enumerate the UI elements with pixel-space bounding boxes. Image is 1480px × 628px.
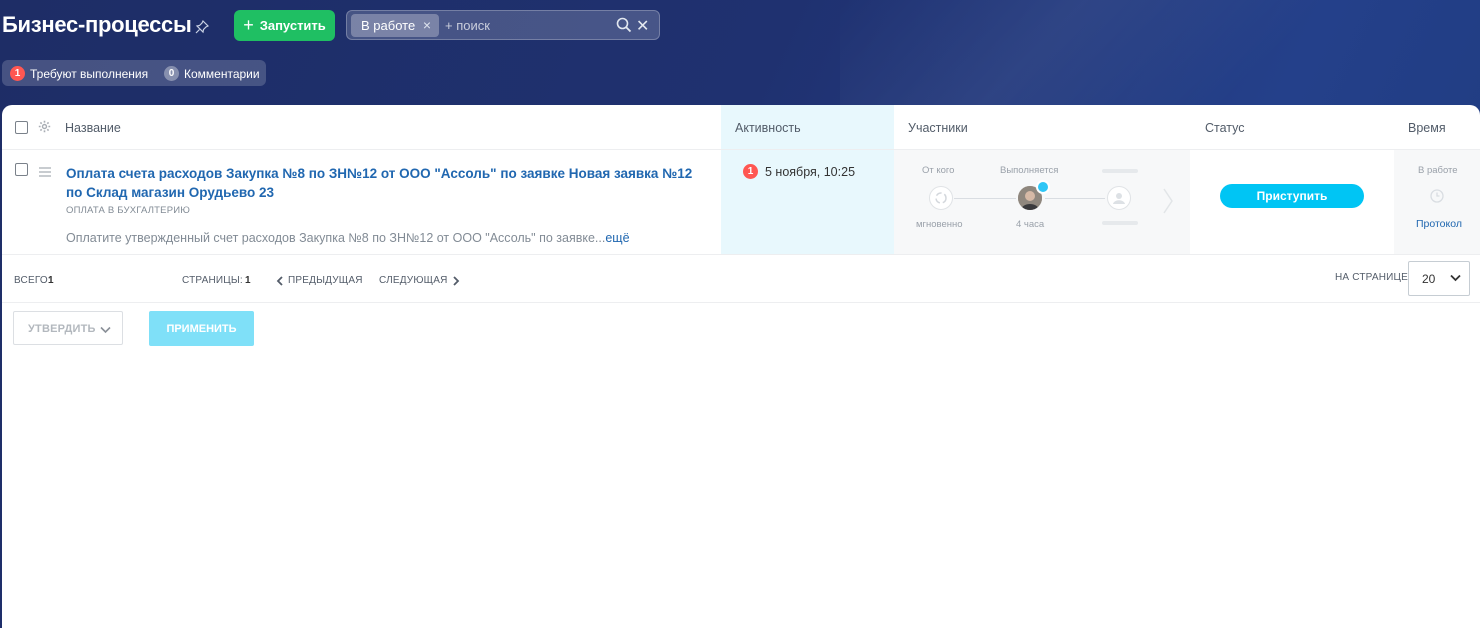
from-time: мгновенно [916,219,963,230]
activity-date: 5 ноября, 10:25 [765,165,856,179]
prev-page-label: ПРЕДЫДУЩАЯ [288,275,363,286]
flow-line [1045,198,1105,199]
pin-icon[interactable] [195,20,209,34]
next-page-label: СЛЕДУЮЩАЯ [379,275,448,286]
start-task-button[interactable]: Приступить [1220,184,1364,208]
chevron-down-icon [100,326,111,334]
filter-chip-in-work[interactable]: В работе × [351,14,439,37]
per-page-value: 20 [1422,272,1436,286]
table-row: Оплата счета расходов Закупка №8 по ЗН№1… [2,149,1480,255]
column-time[interactable]: Время [1408,121,1446,135]
to-do-count-badge: 1 [10,66,25,81]
pages-label: СТРАНИЦЫ: [182,275,243,286]
select-all-checkbox[interactable] [15,121,28,134]
more-link[interactable]: ещё [605,231,629,245]
per-page-select[interactable]: 20 [1408,261,1470,296]
clear-search-icon[interactable]: ✕ [636,16,649,36]
background-decoration [840,0,1480,120]
chevron-right-icon [452,275,459,286]
approve-label: УТВЕРДИТЬ [28,323,96,335]
column-name[interactable]: Название [65,121,121,135]
sync-icon [935,192,947,204]
task-description: Оплатите утвержденный счет расходов Заку… [66,231,630,245]
clock-icon [1430,189,1444,203]
task-description-text: Оплатите утвержденный счет расходов Заку… [66,231,606,245]
comments-label: Комментарии [184,66,260,81]
filter-chip-label: В работе [361,18,416,33]
total-label: ВСЕГО: [14,275,51,286]
search-input[interactable]: + поиск [445,18,490,33]
activity-count-badge: 1 [743,164,758,179]
task-category: ОПЛАТА В БУХГАЛТЕРИЮ [66,205,191,216]
search-icon[interactable] [616,17,632,33]
plus-icon: + [243,14,254,35]
page-title: Бизнес-процессы [2,12,192,37]
next-user-icon [1107,186,1131,210]
launch-button-label: Запустить [259,18,326,33]
approve-action-select[interactable]: УТВЕРДИТЬ [13,311,123,345]
comments-count-badge: 0 [164,66,179,81]
launch-button[interactable]: + Запустить [234,10,335,41]
search-filter-box[interactable]: В работе × + поиск ✕ [346,10,660,40]
clock-badge-icon [1036,180,1050,194]
counters-bar: 1 Требуют выполнения 0 Комментарии [2,60,266,86]
doing-time: 4 часа [1016,219,1045,230]
column-activity[interactable]: Активность [735,121,801,135]
next-page-link[interactable]: СЛЕДУЮЩАЯ [379,275,460,286]
task-title-link[interactable]: Оплата счета расходов Закупка №8 по ЗН№1… [66,164,696,202]
pagination-bar: ВСЕГО: 1 СТРАНИЦЫ: 1 ПРЕДЫДУЩАЯ СЛЕДУЮЩА… [2,255,1480,303]
from-label: От кого [922,165,955,176]
counter-to-do[interactable]: 1 Требуют выполнения [10,66,148,81]
row-checkbox[interactable] [15,163,28,176]
protocol-link[interactable]: Протокол [1416,218,1462,230]
doing-label: Выполняется [1000,165,1059,176]
chevron-left-icon [276,275,283,286]
column-status[interactable]: Статус [1205,121,1245,135]
per-page-label: НА СТРАНИЦЕ: [1335,272,1411,283]
placeholder-bar [1102,169,1138,173]
chevron-down-icon [1450,274,1461,282]
counter-comments[interactable]: 0 Комментарии [164,66,260,81]
chevron-right-icon [1163,188,1173,214]
from-avatar-placeholder [929,186,953,210]
chip-remove-icon[interactable]: × [423,17,431,33]
placeholder-bar [1102,221,1138,225]
prev-page-link[interactable]: ПРЕДЫДУЩАЯ [276,275,363,286]
gear-icon[interactable] [38,120,51,133]
time-state: В работе [1418,165,1458,176]
total-value: 1 [48,275,54,286]
column-participants[interactable]: Участники [908,121,968,135]
apply-button[interactable]: ПРИМЕНИТЬ [149,311,254,346]
flow-line [954,198,1016,199]
to-do-label: Требуют выполнения [30,66,149,81]
drag-handle-icon[interactable] [39,167,51,177]
table-header: Название Активность Участники Статус Вре… [2,105,1480,150]
process-grid: Название Активность Участники Статус Вре… [2,105,1480,628]
current-page[interactable]: 1 [245,275,251,286]
